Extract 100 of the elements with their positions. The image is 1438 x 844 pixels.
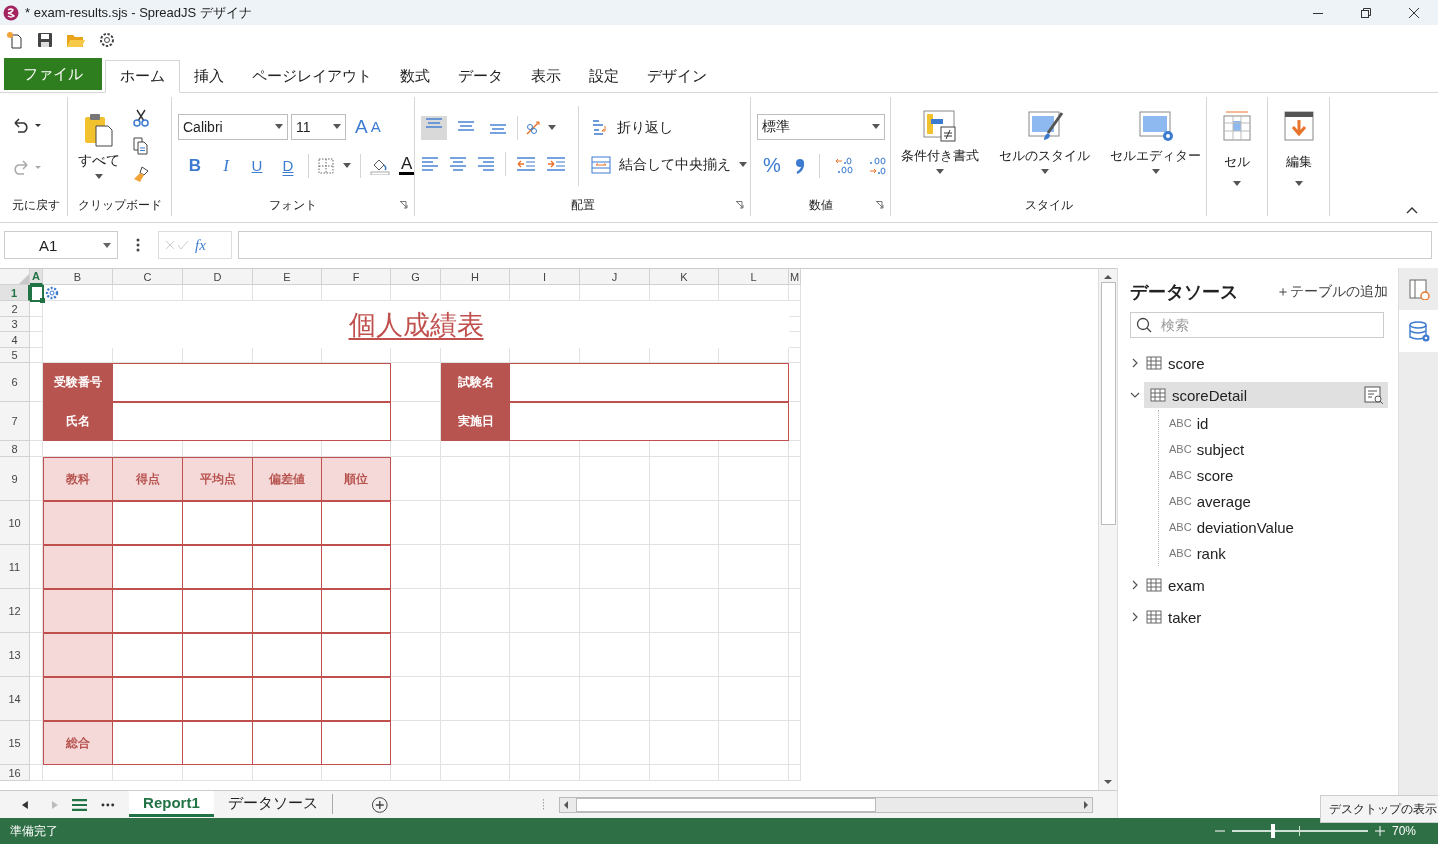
sheet-cell[interactable] bbox=[441, 457, 510, 501]
row-header[interactable]: 2 bbox=[0, 301, 30, 317]
double-underline-button[interactable]: D bbox=[277, 157, 299, 174]
column-header[interactable]: B bbox=[43, 269, 113, 285]
merge-center-button[interactable]: 結合して中央揃え bbox=[591, 155, 747, 174]
column-header[interactable]: M bbox=[789, 269, 801, 285]
caret-icon[interactable] bbox=[548, 125, 556, 130]
sheet-cell[interactable] bbox=[719, 501, 789, 545]
sheet-cell[interactable] bbox=[510, 721, 580, 765]
row-header[interactable]: 11 bbox=[0, 545, 30, 589]
add-table-link[interactable]: ＋テーブルの追加 bbox=[1276, 283, 1388, 301]
ribbon-tab[interactable]: デザイン bbox=[633, 60, 721, 93]
row-header[interactable]: 15 bbox=[0, 721, 30, 765]
column-header[interactable]: H bbox=[441, 269, 510, 285]
caret-icon[interactable] bbox=[936, 169, 944, 174]
chevron-right-icon[interactable] bbox=[1130, 580, 1140, 590]
sheet-cell[interactable] bbox=[650, 589, 719, 633]
sheet-cell[interactable] bbox=[789, 441, 801, 457]
sheet-cell[interactable] bbox=[30, 441, 43, 457]
sheet-cell[interactable] bbox=[789, 677, 801, 721]
name-box[interactable]: A1 bbox=[4, 231, 118, 259]
menu-icon[interactable] bbox=[71, 797, 88, 812]
slider-thumb[interactable] bbox=[1271, 824, 1276, 838]
shrink-font-button[interactable]: A bbox=[370, 118, 381, 135]
sheet-cell[interactable] bbox=[650, 501, 719, 545]
dialog-launcher-icon[interactable] bbox=[736, 201, 744, 209]
ribbon-button[interactable]: セルのスタイル bbox=[995, 107, 1094, 176]
tree-item[interactable]: score bbox=[1130, 350, 1388, 376]
sheet-cell[interactable] bbox=[789, 545, 801, 589]
sheet-cell[interactable] bbox=[510, 589, 580, 633]
sheet-cell[interactable] bbox=[510, 633, 580, 677]
sheet-cell[interactable] bbox=[719, 677, 789, 721]
sheet-cell[interactable] bbox=[719, 589, 789, 633]
grow-font-button[interactable]: A bbox=[355, 115, 368, 138]
number-format-dropdown[interactable]: 標準 bbox=[757, 113, 885, 140]
ribbon-tab[interactable]: 設定 bbox=[575, 60, 633, 93]
font-size-dropdown[interactable]: 11 bbox=[291, 113, 346, 140]
sheet-cell[interactable] bbox=[441, 633, 510, 677]
ribbon-button[interactable]: セルエディター bbox=[1106, 107, 1205, 176]
ribbon-tab[interactable]: データ bbox=[444, 60, 517, 93]
caret-icon[interactable] bbox=[1233, 181, 1241, 186]
chevron-right-icon[interactable] bbox=[1130, 612, 1140, 622]
orientation-icon[interactable] bbox=[524, 118, 542, 137]
sheet-cell[interactable] bbox=[510, 545, 580, 589]
ribbon-tab[interactable]: ページレイアウト bbox=[238, 60, 386, 93]
column-header[interactable]: E bbox=[253, 269, 322, 285]
sheet-cell[interactable] bbox=[441, 501, 510, 545]
align-top-icon[interactable] bbox=[421, 115, 447, 140]
sheet-cell[interactable] bbox=[580, 501, 650, 545]
formula-field[interactable] bbox=[238, 231, 1432, 259]
preview-icon[interactable] bbox=[1364, 386, 1384, 404]
caret-icon[interactable] bbox=[1040, 169, 1049, 174]
italic-button[interactable]: I bbox=[215, 155, 237, 176]
sheet-tab[interactable]: Report1 bbox=[129, 790, 214, 817]
border-icon[interactable] bbox=[318, 157, 334, 174]
sheet-cell[interactable] bbox=[580, 633, 650, 677]
decrease-decimal-icon[interactable] bbox=[867, 156, 888, 175]
column-header[interactable]: L bbox=[719, 269, 789, 285]
ribbon-button[interactable]: 編集 bbox=[1277, 107, 1320, 188]
percent-button[interactable]: % bbox=[763, 154, 781, 177]
more-icon[interactable] bbox=[101, 802, 116, 807]
column-header[interactable]: G bbox=[391, 269, 441, 285]
dialog-launcher-icon[interactable] bbox=[876, 201, 884, 209]
new-file-icon[interactable] bbox=[6, 31, 24, 49]
caret-icon[interactable] bbox=[1151, 169, 1160, 174]
sheet-cell[interactable] bbox=[510, 501, 580, 545]
tree-item[interactable]: ABC id bbox=[1159, 410, 1388, 436]
sheet-cell[interactable] bbox=[719, 545, 789, 589]
align-center-icon[interactable] bbox=[449, 155, 467, 172]
sheet-cell[interactable] bbox=[441, 765, 510, 781]
ribbon-tab[interactable]: ホーム bbox=[105, 60, 180, 93]
row-header[interactable]: 14 bbox=[0, 677, 30, 721]
column-header[interactable]: F bbox=[322, 269, 391, 285]
decrease-indent-icon[interactable] bbox=[516, 155, 536, 172]
save-icon[interactable] bbox=[36, 31, 54, 49]
restore-icon[interactable] bbox=[1361, 7, 1371, 18]
sheet-cell[interactable] bbox=[650, 765, 719, 781]
next-sheet-icon[interactable] bbox=[51, 800, 58, 809]
column-header[interactable]: D bbox=[183, 269, 253, 285]
sheet-cell[interactable] bbox=[441, 721, 510, 765]
caret-icon[interactable] bbox=[1294, 181, 1303, 186]
row-header[interactable]: 9 bbox=[0, 457, 30, 501]
row-header[interactable]: 5 bbox=[0, 348, 30, 363]
caret-icon[interactable] bbox=[343, 163, 351, 168]
row-header[interactable]: 3 bbox=[0, 317, 30, 332]
caret-icon[interactable] bbox=[95, 174, 103, 179]
row-header[interactable]: 4 bbox=[0, 332, 30, 348]
row-header[interactable]: 1 bbox=[0, 285, 30, 301]
gear-icon[interactable] bbox=[45, 286, 59, 300]
ribbon-tab[interactable]: 数式 bbox=[386, 60, 444, 93]
sheet-cell[interactable] bbox=[719, 721, 789, 765]
sheet-cell[interactable] bbox=[719, 633, 789, 677]
add-sheet-icon[interactable] bbox=[370, 795, 389, 814]
sheet-cell[interactable] bbox=[580, 765, 650, 781]
close-icon[interactable] bbox=[1409, 7, 1419, 18]
sheet-cell[interactable] bbox=[789, 633, 801, 677]
splitter-icon[interactable] bbox=[542, 798, 546, 811]
tree-item[interactable]: taker bbox=[1130, 604, 1388, 630]
align-left-icon[interactable] bbox=[421, 155, 439, 172]
sheet-cell[interactable] bbox=[580, 589, 650, 633]
